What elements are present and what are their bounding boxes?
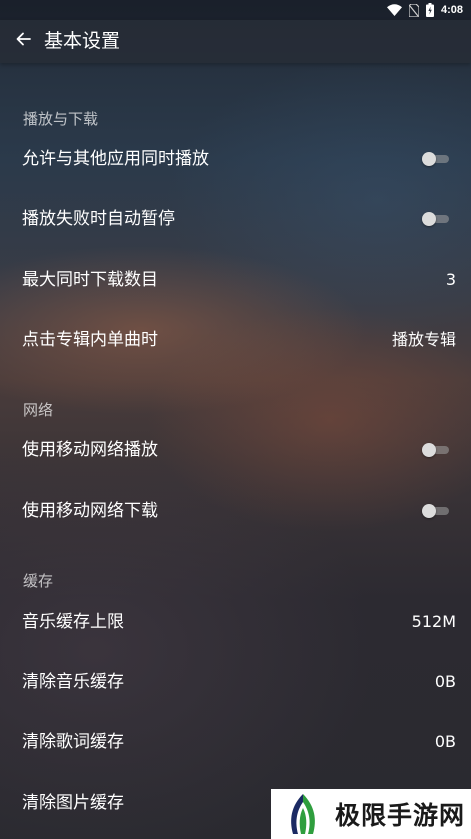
section-header-cache: 缓存 xyxy=(23,572,54,590)
battery-icon xyxy=(425,3,434,17)
setting-label: 使用移动网络下载 xyxy=(22,501,158,521)
watermark-text: 极限手游网 xyxy=(335,801,466,830)
setting-label: 使用移动网络播放 xyxy=(22,440,158,460)
setting-label: 音乐缓存上限 xyxy=(22,612,124,632)
setting-row-clear-music-cache[interactable]: 清除音乐缓存 0B xyxy=(0,660,471,704)
status-icons: 4:08 xyxy=(386,2,463,18)
toggle-thumb xyxy=(422,152,436,166)
setting-label: 点击专辑内单曲时 xyxy=(22,330,158,350)
wifi-icon xyxy=(386,4,402,16)
section-header-playback-download: 播放与下载 xyxy=(23,110,99,128)
setting-row-mobile-playback[interactable]: 使用移动网络播放 xyxy=(0,428,471,472)
section-header-network: 网络 xyxy=(23,401,54,419)
status-bar: 4:08 xyxy=(0,0,471,20)
setting-row-mobile-download[interactable]: 使用移动网络下载 xyxy=(0,489,471,533)
status-time: 4:08 xyxy=(440,4,463,16)
no-sim-icon xyxy=(408,3,419,17)
app-bar: 基本设置 xyxy=(0,20,471,63)
setting-label: 清除歌词缓存 xyxy=(22,732,124,752)
toggle-thumb xyxy=(422,504,436,518)
setting-value: 0B xyxy=(434,672,456,691)
setting-value: 播放专辑 xyxy=(391,330,456,349)
setting-row-pause-on-failure[interactable]: 播放失败时自动暂停 xyxy=(0,197,471,241)
arrow-left-icon[interactable] xyxy=(15,31,31,51)
setting-value: 0B xyxy=(434,732,456,751)
toggle-thumb xyxy=(422,443,436,457)
page-title: 基本设置 xyxy=(44,30,121,52)
setting-row-allow-concurrent-playback[interactable]: 允许与其他应用同时播放 xyxy=(0,137,471,181)
leaf-logo-icon xyxy=(291,794,315,834)
setting-label: 允许与其他应用同时播放 xyxy=(22,149,209,169)
setting-label: 清除图片缓存 xyxy=(22,793,124,813)
setting-label: 播放失败时自动暂停 xyxy=(22,209,175,229)
toggle-switch[interactable] xyxy=(422,443,449,457)
toggle-thumb xyxy=(422,212,436,226)
setting-row-album-track-click[interactable]: 点击专辑内单曲时 播放专辑 xyxy=(0,318,471,362)
toggle-switch[interactable] xyxy=(422,504,449,518)
setting-row-max-downloads[interactable]: 最大同时下载数目 3 xyxy=(0,258,471,302)
watermark: 极限手游网 xyxy=(271,789,471,839)
setting-row-clear-lyrics-cache[interactable]: 清除歌词缓存 0B xyxy=(0,720,471,764)
back-button[interactable] xyxy=(8,26,38,56)
setting-label: 最大同时下载数目 xyxy=(22,270,158,290)
setting-value: 3 xyxy=(445,270,456,289)
setting-value: 512M xyxy=(411,612,456,631)
toggle-switch[interactable] xyxy=(422,212,449,226)
setting-row-music-cache-limit[interactable]: 音乐缓存上限 512M xyxy=(0,600,471,644)
toggle-switch[interactable] xyxy=(422,152,449,166)
setting-label: 清除音乐缓存 xyxy=(22,672,124,692)
